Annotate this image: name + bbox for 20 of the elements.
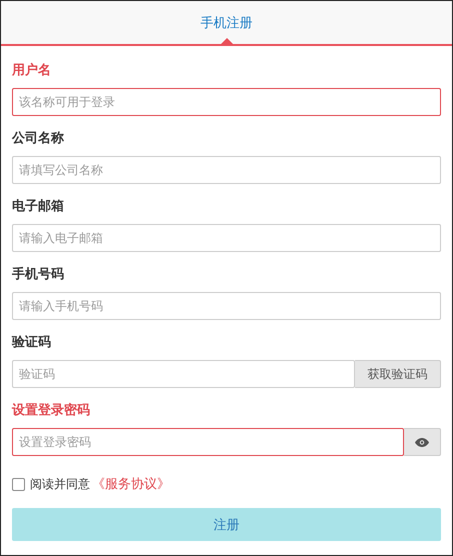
input-field[interactable]: 验证码 bbox=[12, 360, 355, 388]
input-field[interactable]: 请输入手机号码 bbox=[12, 292, 441, 320]
field-label: 验证码 bbox=[12, 334, 52, 352]
get-code-button[interactable]: 获取验证码 bbox=[355, 360, 441, 388]
input-field[interactable]: 请输入电子邮箱 bbox=[12, 224, 441, 252]
tab[interactable]: 手机注册 bbox=[196, 1, 256, 44]
show-password-button[interactable] bbox=[404, 428, 441, 456]
checkbox[interactable] bbox=[12, 478, 25, 490]
field-label: 手机号码 bbox=[12, 266, 65, 284]
register-button[interactable]: 注册 bbox=[12, 508, 441, 541]
field-label: 设置登录密码 bbox=[12, 402, 91, 420]
agreement-label: 阅读并同意 bbox=[30, 476, 90, 492]
field-label: 电子邮箱 bbox=[12, 198, 65, 216]
input-field[interactable]: 请填写公司名称 bbox=[12, 156, 441, 184]
field-label: 用户名 bbox=[12, 62, 52, 80]
input-field[interactable]: 设置登录密码 bbox=[12, 428, 404, 456]
service-agreement-link[interactable]: 《服务协议》 bbox=[92, 475, 170, 493]
eye-icon bbox=[415, 438, 429, 446]
input-field[interactable]: 该名称可用于登录 bbox=[12, 88, 441, 116]
field-label: 公司名称 bbox=[12, 130, 65, 148]
